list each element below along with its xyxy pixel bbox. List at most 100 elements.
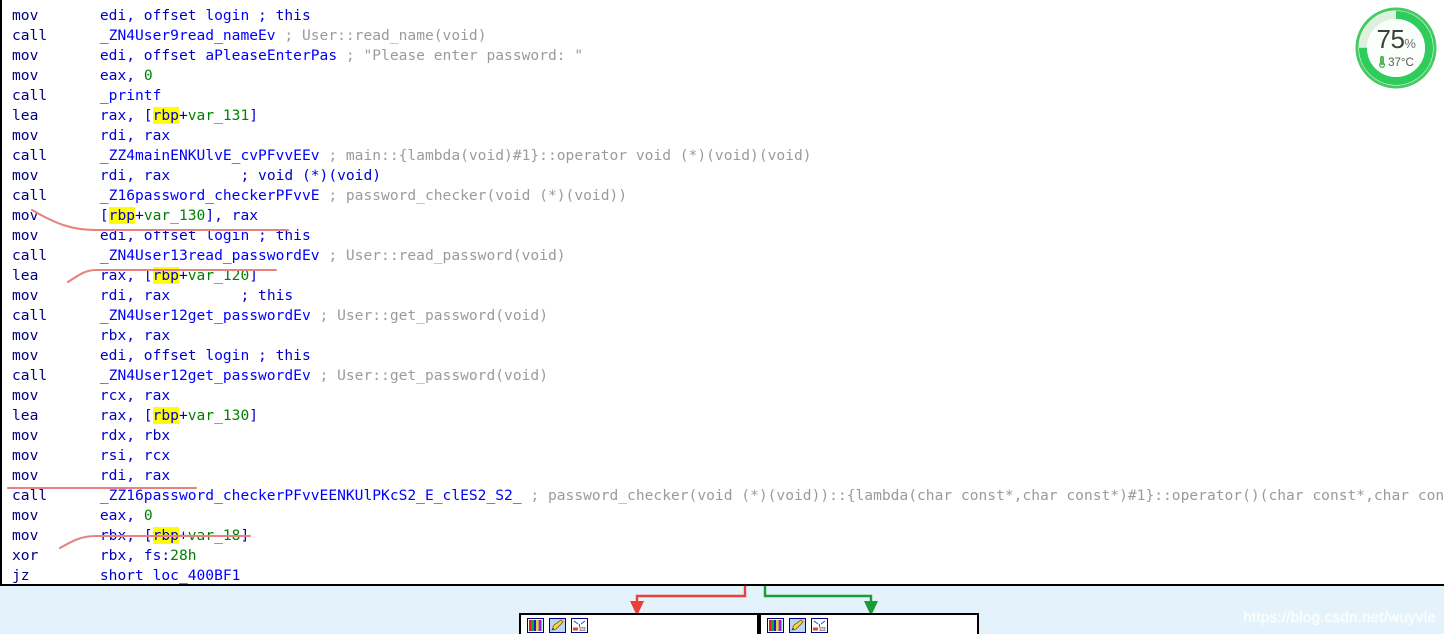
- operand-token: +: [135, 207, 144, 224]
- operand-token: rbx, rax: [99, 327, 171, 344]
- disassembly-line[interactable]: lea rax, [rbp+var_130]: [2, 406, 1444, 426]
- operand-token: _Z16password_checkerPFvvE: [99, 187, 320, 204]
- disassembly-line[interactable]: mov rdi, rax ; this: [2, 286, 1444, 306]
- instruction-mnemonic: call: [12, 307, 100, 324]
- instruction-mnemonic: call: [12, 27, 100, 44]
- gauge-temperature-label: 37°C: [1350, 55, 1442, 71]
- operand-token: rbx, fs:: [99, 547, 171, 564]
- instruction-mnemonic: mov: [12, 387, 100, 404]
- node-toolbar-right: [761, 615, 977, 633]
- operand-token: login: [205, 347, 250, 364]
- instruction-mnemonic: mov: [12, 467, 100, 484]
- disassembly-line[interactable]: mov rdi, rax ; void (*)(void): [2, 166, 1444, 186]
- disassembly-line[interactable]: mov rdi, rax: [2, 466, 1444, 486]
- operand-token: rdi, rax: [99, 287, 171, 304]
- disassembly-line[interactable]: jz short loc_400BF1: [2, 566, 1444, 584]
- operand-token: ; this: [249, 347, 311, 364]
- operand-token: rbp: [108, 207, 136, 224]
- operand-token: _ZZ16password_checkerPFvvEENKUlPKcS2_E_c…: [99, 487, 522, 504]
- disassembly-line[interactable]: xor rbx, fs:28h: [2, 546, 1444, 566]
- disassembly-line[interactable]: mov rdx, rbx: [2, 426, 1444, 446]
- disassembly-line[interactable]: lea rax, [rbp+var_131]: [2, 106, 1444, 126]
- child-node-right[interactable]: [759, 613, 979, 634]
- graph-icon[interactable]: [571, 618, 588, 633]
- instruction-mnemonic: call: [12, 247, 100, 264]
- disassembly-line[interactable]: call _ZN4User13read_passwordEv ; User::r…: [2, 246, 1444, 266]
- instruction-mnemonic: jz: [12, 567, 100, 584]
- operand-token: login: [205, 7, 250, 24]
- child-node-left[interactable]: [519, 613, 759, 634]
- disassembly-line[interactable]: mov rdi, rax: [2, 126, 1444, 146]
- instruction-mnemonic: mov: [12, 67, 100, 84]
- disassembly-line[interactable]: mov rbx, rax: [2, 326, 1444, 346]
- operand-token: ; "Please enter password: ": [337, 47, 584, 64]
- operand-token: rdi, rax: [99, 467, 171, 484]
- operand-token: _ZN4User9read_nameEv: [99, 27, 276, 44]
- operand-token: var_130: [143, 207, 206, 224]
- operand-token: loc_400BF1: [152, 567, 241, 584]
- disassembly-line[interactable]: call _ZN4User12get_passwordEv ; User::ge…: [2, 306, 1444, 326]
- operand-token: var_120: [187, 267, 250, 284]
- operand-token: _ZN4User12get_passwordEv: [99, 367, 311, 384]
- disassembly-line[interactable]: mov rsi, rcx: [2, 446, 1444, 466]
- operand-token: ; User::get_password(void): [310, 307, 548, 324]
- instruction-mnemonic: mov: [12, 207, 100, 224]
- instruction-mnemonic: lea: [12, 107, 100, 124]
- disassembly-line[interactable]: call _ZN4User12get_passwordEv ; User::ge…: [2, 366, 1444, 386]
- operand-token: ]: [249, 407, 259, 424]
- instruction-mnemonic: call: [12, 187, 100, 204]
- pencil-icon[interactable]: [549, 618, 566, 633]
- disassembly-line[interactable]: mov eax, 0: [2, 506, 1444, 526]
- operand-token: rdi, rax: [99, 167, 171, 184]
- operand-token: ; this: [249, 227, 311, 244]
- disassembly-line[interactable]: mov rcx, rax: [2, 386, 1444, 406]
- disassembly-line[interactable]: mov edi, offset login ; this: [2, 346, 1444, 366]
- instruction-mnemonic: lea: [12, 407, 100, 424]
- palette-icon[interactable]: [527, 618, 544, 633]
- disassembly-line[interactable]: mov rbx, [rbp+var_18]: [2, 526, 1444, 546]
- disassembly-line[interactable]: call _printf: [2, 86, 1444, 106]
- operand-token: +: [178, 527, 188, 544]
- pencil-icon[interactable]: [789, 618, 806, 633]
- operand-token: _ZN4User12get_passwordEv: [99, 307, 311, 324]
- operand-token: rbx, [: [99, 527, 153, 544]
- operand-token: rdx, rbx: [99, 427, 171, 444]
- disassembly-line[interactable]: call _Z16password_checkerPFvvE ; passwor…: [2, 186, 1444, 206]
- disassembly-code-listing: mov edi, offset login ; this call _ZN4Use…: [2, 0, 1444, 584]
- operand-token: edi, offset: [99, 347, 206, 364]
- operand-token: edi, offset: [99, 7, 206, 24]
- instruction-mnemonic: mov: [12, 167, 100, 184]
- operand-token: +: [178, 267, 188, 284]
- operand-token: ; main::{lambda(void)#1}::operator void …: [319, 147, 812, 164]
- instruction-mnemonic: mov: [12, 47, 100, 64]
- operand-token: eax,: [99, 507, 144, 524]
- disassembly-line[interactable]: call _ZZ16password_checkerPFvvEENKUlPKcS…: [2, 486, 1444, 506]
- palette-icon[interactable]: [767, 618, 784, 633]
- disassembly-line[interactable]: mov edi, offset login ; this: [2, 226, 1444, 246]
- disassembly-basic-block[interactable]: mov edi, offset login ; this call _ZN4Use…: [0, 0, 1444, 586]
- disassembly-line[interactable]: mov eax, 0: [2, 66, 1444, 86]
- operand-token: _ZN4User13read_passwordEv: [99, 247, 320, 264]
- disassembly-line[interactable]: lea rax, [rbp+var_120]: [2, 266, 1444, 286]
- graph-canvas[interactable]: mov edi, offset login ; this call _ZN4Use…: [0, 0, 1444, 634]
- instruction-mnemonic: mov: [12, 287, 100, 304]
- operand-token: _printf: [99, 87, 162, 104]
- operand-token: _ZZ4mainENKUlvE_cvPFvvEEv: [99, 147, 320, 164]
- instruction-mnemonic: call: [12, 367, 100, 384]
- disassembly-line[interactable]: mov [rbp+var_130], rax: [2, 206, 1444, 226]
- instruction-mnemonic: mov: [12, 527, 100, 544]
- instruction-mnemonic: mov: [12, 427, 100, 444]
- disassembly-line[interactable]: call _ZN4User9read_nameEv ; User::read_n…: [2, 26, 1444, 46]
- disassembly-line[interactable]: call _ZZ4mainENKUlvE_cvPFvvEEv ; main::{…: [2, 146, 1444, 166]
- operand-token: aPleaseEnterPas: [205, 47, 338, 64]
- node-toolbar-left: [521, 615, 757, 633]
- operand-token: var_130: [187, 407, 250, 424]
- gauge-percent-value: 75: [1376, 24, 1405, 54]
- operand-token: [: [99, 207, 109, 224]
- cpu-usage-gauge[interactable]: 75% 37°C: [1350, 2, 1442, 94]
- operand-token: ; User::get_password(void): [310, 367, 548, 384]
- disassembly-line[interactable]: mov edi, offset aPleaseEnterPas ; "Pleas…: [2, 46, 1444, 66]
- graph-icon[interactable]: [811, 618, 828, 633]
- disassembly-line[interactable]: mov edi, offset login ; this: [2, 6, 1444, 26]
- operand-token: ]: [249, 267, 259, 284]
